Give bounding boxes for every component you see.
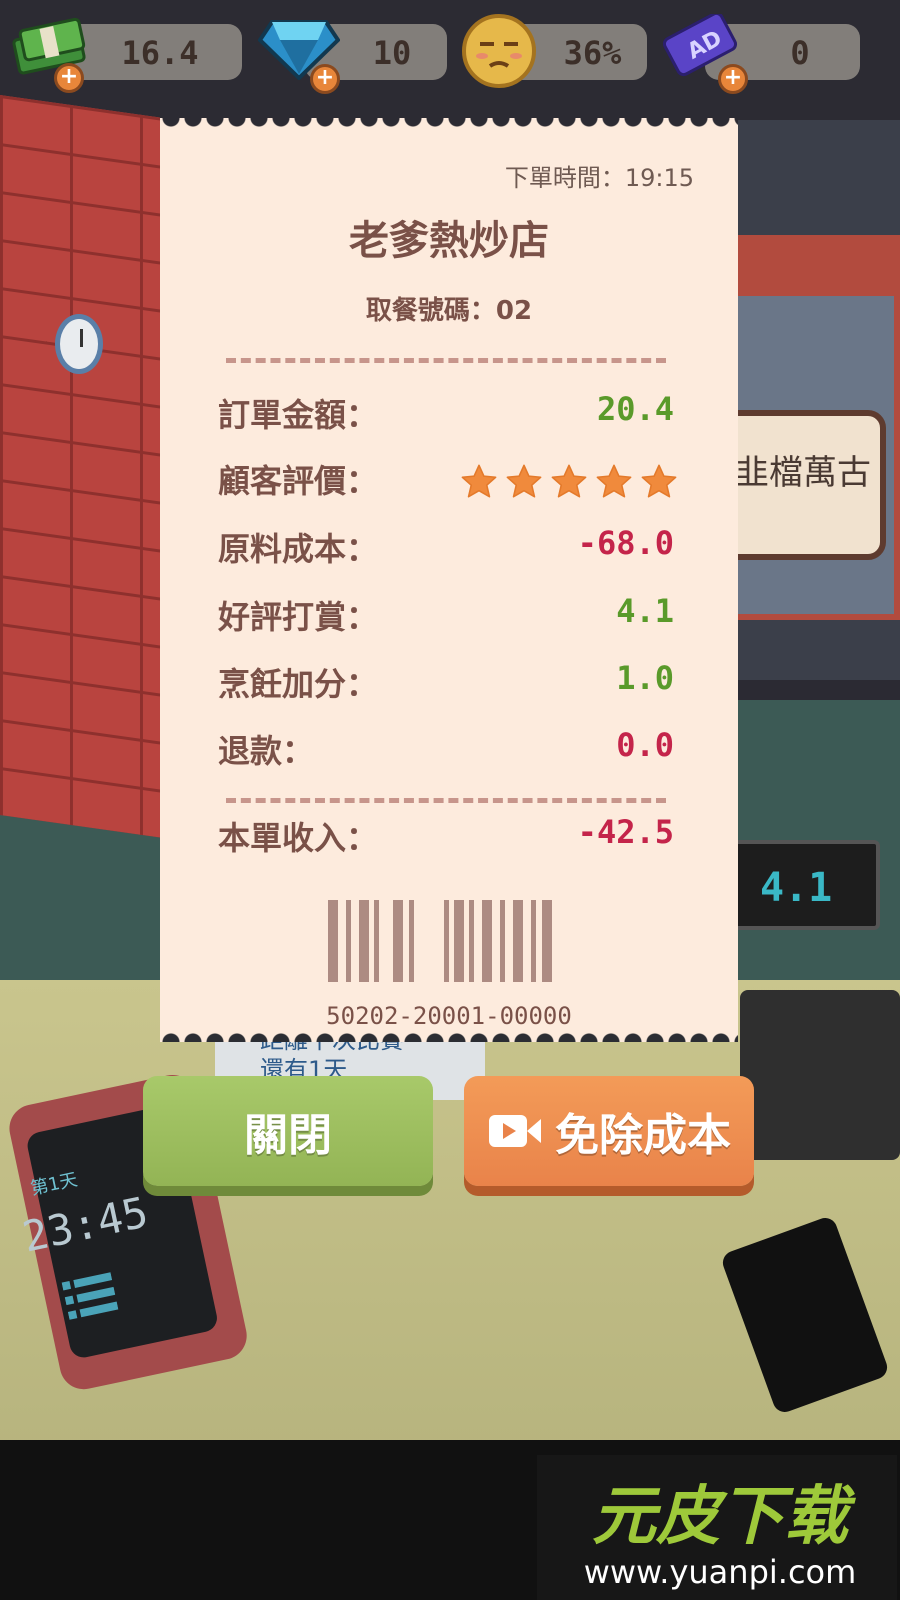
pickup-value: 02: [495, 296, 533, 326]
good-review-tip-value: 4.1: [616, 592, 674, 630]
pickup-number: 取餐號碼：02: [160, 290, 738, 327]
star-icon: [641, 464, 677, 498]
mood-face-features: [476, 42, 522, 68]
star-icon: [596, 464, 632, 498]
ingredient-cost-value: -68.0: [577, 524, 674, 562]
order-amount-label: 訂單金額：: [218, 396, 379, 434]
refund-value: 0.0: [616, 726, 674, 764]
cash-value: 16.4: [121, 34, 199, 72]
star-icon: [461, 464, 497, 498]
shop-sign-text: 韭檔萬古: [735, 453, 871, 493]
order-time-value: 19:15: [624, 164, 694, 192]
mood-face-icon: [462, 14, 536, 88]
cash-register: [740, 990, 900, 1160]
brick-wall: [0, 95, 160, 838]
receipt-bottom-edge: [160, 1030, 738, 1042]
order-amount-value: 20.4: [596, 390, 674, 428]
star-icon: [506, 464, 542, 498]
cooking-bonus-label: 烹飪加分：: [218, 665, 379, 703]
receipt-divider: [226, 358, 666, 363]
shop-name: 老爹熱炒店: [349, 218, 549, 264]
receipt-divider: [226, 798, 666, 803]
customer-rating-stars: [460, 463, 678, 501]
customer-rating-label: 顧客評價：: [218, 462, 379, 500]
refund-label: 退款：: [218, 732, 315, 770]
close-button-label: 關閉: [244, 1110, 332, 1161]
add-ad-ticket-button[interactable]: +: [718, 64, 748, 94]
barcode-icon: [328, 900, 566, 982]
watermark-url: www.yuanpi.com: [583, 1553, 857, 1591]
order-receipt: 下單時間：19:15 老爹熱炒店 取餐號碼：02 訂單金額： 20.4 顧客評價…: [160, 118, 738, 1042]
barcode-number: 50202-20001-00000: [326, 1002, 572, 1030]
mood-value: 36%: [563, 34, 622, 72]
close-button[interactable]: 關閉: [143, 1076, 433, 1186]
ad-tickets-value: 0: [790, 34, 810, 72]
order-time: 下單時間：19:15: [505, 158, 694, 193]
watermark-logo: 元皮下载: [592, 1480, 848, 1554]
total-income-value: -42.5: [577, 813, 674, 851]
add-gems-button[interactable]: +: [310, 64, 340, 94]
good-review-tip-label: 好評打賞：: [218, 598, 379, 636]
wall-clock-icon: [55, 314, 103, 374]
total-income-label: 本單收入：: [218, 819, 379, 857]
order-time-label: 下單時間：: [504, 164, 625, 192]
price-display-value: 4.1: [760, 865, 833, 911]
video-camera-icon: [489, 1115, 541, 1147]
receipt-top-edge: [160, 118, 738, 130]
star-icon: [551, 464, 587, 498]
waive-cost-video-button[interactable]: 免除成本: [464, 1076, 754, 1186]
ingredient-cost-label: 原料成本：: [218, 530, 379, 568]
cooking-bonus-value: 1.0: [616, 659, 674, 697]
pickup-label: 取餐號碼：: [365, 296, 496, 326]
gems-value: 10: [372, 34, 412, 72]
add-cash-button[interactable]: +: [54, 63, 84, 93]
waive-cost-label: 免除成本: [555, 1110, 731, 1161]
